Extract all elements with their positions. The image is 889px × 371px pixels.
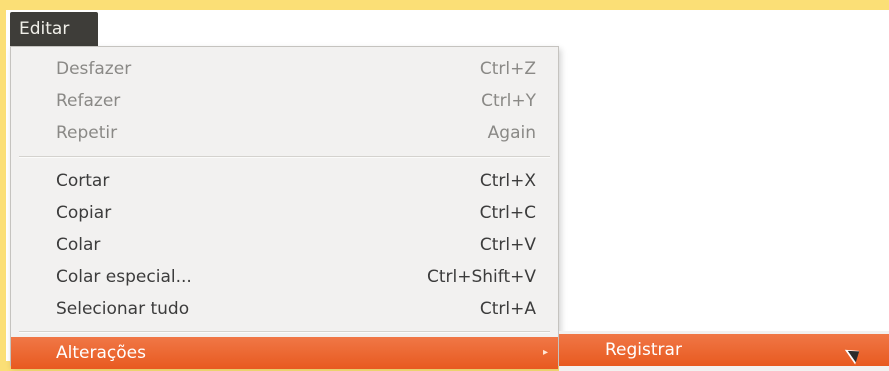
submenu-item-label: Registrar: [605, 340, 682, 360]
menu-item-shortcut: Ctrl+Z: [479, 59, 536, 79]
menu-item-cortar[interactable]: Cortar Ctrl+X: [11, 165, 558, 197]
menu-item-colar-especial[interactable]: Colar especial... Ctrl+Shift+V: [11, 261, 558, 293]
alteracoes-submenu: Registrar: [559, 331, 889, 371]
menu-item-label: Alterações: [56, 343, 146, 363]
menu-item-shortcut: Ctrl+Y: [481, 91, 536, 111]
edit-menu: Desfazer Ctrl+Z Refazer Ctrl+Y Repetir A…: [10, 46, 559, 369]
menu-item-repetir[interactable]: Repetir Again: [11, 117, 558, 149]
menu-item-shortcut: Again: [487, 123, 536, 143]
menu-item-shortcut: Ctrl+Shift+V: [426, 267, 536, 287]
menu-item-shortcut: Ctrl+A: [479, 299, 536, 319]
menu-item-label: Cortar: [56, 171, 110, 191]
menu-item-label: Colar: [56, 235, 101, 255]
menu-item-colar[interactable]: Colar Ctrl+V: [11, 229, 558, 261]
menubar-editar[interactable]: Editar: [10, 12, 98, 46]
menu-item-label: Copiar: [56, 203, 112, 223]
menu-item-label: Colar especial...: [56, 267, 192, 287]
menu-item-desfazer[interactable]: Desfazer Ctrl+Z: [11, 53, 558, 85]
menu-item-shortcut: Ctrl+C: [479, 203, 536, 223]
menu-separator: [19, 331, 550, 333]
menu-item-label: Selecionar tudo: [56, 299, 190, 319]
menu-item-copiar[interactable]: Copiar Ctrl+C: [11, 197, 558, 229]
menu-item-refazer[interactable]: Refazer Ctrl+Y: [11, 85, 558, 117]
menu-item-alteracoes[interactable]: Alterações ▸: [11, 337, 558, 369]
menu-item-label: Repetir: [56, 123, 118, 143]
submenu-arrow-icon: ▸: [542, 347, 548, 358]
menu-item-shortcut: Ctrl+V: [479, 235, 536, 255]
menu-item-label: Refazer: [56, 91, 121, 111]
menu-separator: [19, 156, 550, 158]
menu-item-label: Desfazer: [56, 59, 132, 79]
menu-item-selecionar-tudo[interactable]: Selecionar tudo Ctrl+A: [11, 293, 558, 325]
menubar-editar-label: Editar: [19, 19, 70, 39]
submenu-item-registrar[interactable]: Registrar: [559, 334, 889, 366]
menu-item-shortcut: Ctrl+X: [479, 171, 536, 191]
